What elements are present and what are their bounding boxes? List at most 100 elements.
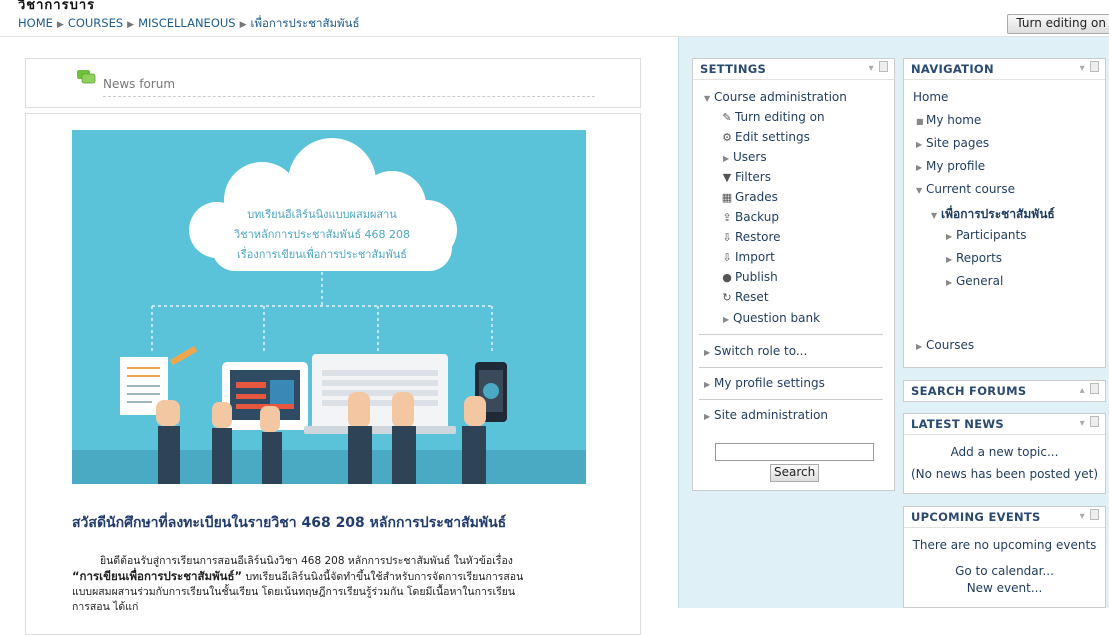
welcome-line-1: ยินดีต้อนรับสู่การเรียนการสอนอีเลิร์นนิง… — [100, 555, 513, 567]
search-forums-title: SEARCH FORUMS — [911, 384, 1027, 398]
settings-backup[interactable]: ⇪ Backup — [719, 210, 779, 224]
collapsed-icon: ▶ — [704, 412, 711, 421]
collapsed-icon: ▶ — [704, 348, 711, 357]
turn-editing-on-button[interactable]: Turn editing on — [1007, 14, 1109, 34]
expand-icon[interactable]: ▴ — [1080, 385, 1085, 396]
course-summary-section: บทเรียนอีเลิร์นนิงแบบผสมผสาน วิชาหลักการ… — [25, 113, 641, 635]
divider — [699, 334, 883, 335]
block-controls: ▾ — [869, 59, 888, 79]
expanded-icon: ▼ — [704, 94, 711, 103]
latest-news-block: LATEST NEWS ▾ Add a new topic... (No new… — [903, 413, 1106, 494]
settings-import[interactable]: ⇩ Import — [719, 250, 774, 264]
no-upcoming-events-text: There are no upcoming events — [912, 538, 1097, 552]
upcoming-events-block: UPCOMING EVENTS ▾ There are no upcoming … — [903, 506, 1106, 608]
settings-block: SETTINGS ▾ ▼ Course administration ✎ Turn … — [692, 58, 895, 491]
expanded-icon: ▼ — [916, 186, 923, 195]
course-administration-node[interactable]: ▼ Course administration — [704, 90, 847, 104]
settings-grades[interactable]: ▦ Grades — [719, 190, 778, 204]
latest-news-header: LATEST NEWS ▾ — [904, 414, 1105, 435]
welcome-line-4: การสอน ได้แก่ — [72, 601, 139, 613]
collapsed-icon: ▶ — [723, 154, 730, 163]
dock-icon[interactable] — [1090, 61, 1099, 72]
bullet-icon: ■ — [916, 117, 924, 126]
nav-site-pages[interactable]: ▶ Site pages — [916, 136, 989, 150]
my-profile-settings-node[interactable]: ▶ My profile settings — [704, 376, 825, 390]
settings-search-button[interactable]: Search — [770, 464, 820, 482]
settings-reset[interactable]: ↻ Reset — [719, 290, 768, 304]
collapsed-icon: ▶ — [946, 255, 953, 264]
welcome-line-3: แบบผสมผสานร่วมกับการเรียนในชั้นเรียน โดย… — [72, 586, 516, 598]
nav-reports[interactable]: ▶ Reports — [946, 251, 1002, 265]
breadcrumb-courses[interactable]: COURSES — [68, 16, 123, 30]
grades-table-icon: ▦ — [721, 191, 733, 204]
breadcrumb-home[interactable]: HOME — [18, 16, 53, 30]
latest-news-title: LATEST NEWS — [911, 417, 1004, 431]
nav-courses[interactable]: ▶ Courses — [916, 338, 974, 352]
settings-restore[interactable]: ⇩ Restore — [719, 230, 780, 244]
collapsed-icon: ▶ — [916, 342, 923, 351]
breadcrumb-miscellaneous[interactable]: MISCELLANEOUS — [138, 16, 236, 30]
nav-general[interactable]: ▶ General — [946, 274, 1003, 288]
welcome-heading: สวัสดีนักศึกษาที่ลงทะเบียนในรายวิชา 468 … — [72, 515, 507, 531]
settings-turn-editing-on[interactable]: ✎ Turn editing on — [719, 110, 824, 124]
new-event-link[interactable]: New event... — [904, 581, 1105, 595]
settings-publish[interactable]: ● Publish — [719, 270, 778, 284]
settings-users[interactable]: ▶ Users — [723, 150, 767, 164]
breadcrumb-separator-icon: ▶ — [127, 20, 135, 30]
import-icon: ⇩ — [722, 251, 732, 264]
nav-participants[interactable]: ▶ Participants — [946, 228, 1027, 242]
banner-line-2: วิชาหลักการประชาสัมพันธ์ 468 208 — [233, 228, 410, 241]
collapsed-icon: ▶ — [946, 232, 953, 241]
navigation-title: NAVIGATION — [911, 62, 994, 76]
collapsed-icon: ▶ — [946, 278, 953, 287]
breadcrumb-separator-icon: ▶ — [56, 20, 64, 30]
settings-question-bank[interactable]: ▶ Question bank — [723, 311, 820, 325]
collapsed-icon: ▶ — [723, 315, 730, 324]
add-new-topic-link[interactable]: Add a new topic... — [904, 445, 1105, 459]
dock-icon[interactable] — [1090, 383, 1099, 394]
nav-course-name[interactable]: ▼ เพื่อการประชาสัมพันธ์ — [931, 205, 1055, 224]
welcome-text: ยินดีต้อนรับสู่การเรียนการสอนอีเลิร์นนิง… — [72, 554, 612, 615]
collapsed-icon: ▶ — [916, 140, 923, 149]
divider — [699, 367, 883, 368]
nav-current-course[interactable]: ▼ Current course — [916, 182, 1015, 196]
dock-icon[interactable] — [879, 61, 888, 72]
main-content: News forum บทเรียนอีเลิร์นนิงแบบผสมผสาน … — [0, 37, 678, 635]
dock-icon[interactable] — [1090, 509, 1099, 520]
collapse-icon[interactable]: ▾ — [1080, 418, 1085, 429]
breadcrumb: HOME ▶ COURSES ▶ MISCELLANEOUS ▶ เพื่อการประชา… — [18, 15, 360, 33]
filter-icon: ▼ — [722, 171, 732, 184]
forum-icon — [77, 70, 96, 84]
news-forum-link[interactable]: News forum — [103, 77, 175, 91]
collapse-icon[interactable]: ▾ — [869, 63, 874, 74]
welcome-line-2: บทเรียนอีเลิร์นนิงนี้จัดทำขึ้นใช้สำหรับก… — [242, 571, 524, 583]
settings-filters[interactable]: ▼ Filters — [719, 170, 771, 184]
block-controls: ▴ — [1080, 381, 1099, 401]
collapsed-icon: ▶ — [916, 163, 923, 172]
upload-icon: ⇪ — [722, 211, 732, 224]
settings-search-input[interactable] — [715, 443, 874, 461]
upcoming-events-header: UPCOMING EVENTS ▾ — [904, 507, 1105, 528]
block-controls: ▾ — [1080, 507, 1099, 527]
collapse-icon[interactable]: ▾ — [1080, 511, 1085, 522]
switch-role-node[interactable]: ▶ Switch role to... — [704, 344, 807, 358]
site-administration-node[interactable]: ▶ Site administration — [704, 408, 828, 422]
go-to-calendar-link[interactable]: Go to calendar... — [904, 564, 1105, 578]
divider — [699, 399, 883, 400]
banner-line-3: เรื่องการเขียนเพื่อการประชาสัมพันธ์ — [237, 246, 407, 261]
collapsed-icon: ▶ — [704, 380, 711, 389]
breadcrumb-current-course[interactable]: เพื่อการประชาสัมพันธ์ — [251, 16, 360, 30]
search-forums-header[interactable]: SEARCH FORUMS ▴ — [904, 381, 1105, 401]
nav-home[interactable]: Home — [913, 90, 948, 104]
block-controls: ▾ — [1080, 414, 1099, 434]
settings-block-header: SETTINGS ▾ — [693, 59, 894, 80]
collapse-icon[interactable]: ▾ — [1080, 63, 1085, 74]
welcome-emphasis: “การเขียนเพื่อการประชาสัมพันธ์” — [72, 569, 243, 583]
nav-my-profile[interactable]: ▶ My profile — [916, 159, 985, 173]
breadcrumb-separator-icon: ▶ — [239, 20, 247, 30]
dock-icon[interactable] — [1090, 416, 1099, 427]
pencil-icon: ✎ — [722, 111, 732, 124]
block-controls: ▾ — [1080, 59, 1099, 79]
settings-edit-settings[interactable]: ⚙ Edit settings — [719, 130, 810, 144]
nav-my-home[interactable]: ■ My home — [916, 113, 981, 127]
